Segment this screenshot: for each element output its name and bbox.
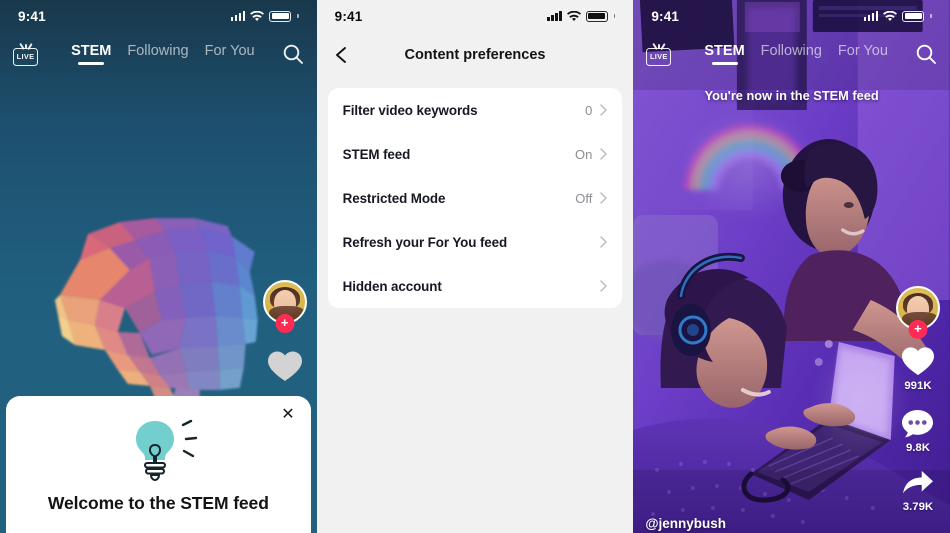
wifi-icon (883, 10, 898, 21)
share-action[interactable]: 3.79K (901, 470, 935, 513)
live-icon[interactable]: LIVE (12, 42, 39, 66)
feed-side-rail: + 991K 9.8K 3.79K (895, 286, 940, 513)
welcome-title: Welcome to the STEM feed (47, 493, 269, 513)
tab-following[interactable]: Following (127, 43, 188, 66)
wifi-icon (566, 10, 581, 21)
status-time: 9:41 (334, 8, 363, 24)
list-item-value: 0 (585, 102, 593, 118)
search-icon[interactable] (914, 42, 938, 66)
follow-button[interactable]: + (275, 314, 295, 333)
three-panel-screenshot: 9:41 LIVE STEM Following For You + ✕ Wel… (0, 0, 950, 533)
battery-nub-icon (297, 14, 299, 18)
settings-row-stem-feed[interactable]: STEM feed On (328, 132, 623, 176)
status-time: 9:41 (651, 8, 680, 24)
heart-icon (901, 347, 934, 376)
tab-following[interactable]: Following (761, 43, 822, 66)
settings-row-restricted-mode[interactable]: Restricted Mode Off (328, 176, 623, 220)
list-item-label: Hidden account (342, 278, 442, 294)
live-label: LIVE (16, 52, 35, 62)
list-item-label: STEM feed (342, 146, 411, 162)
panel-stem-feed-welcome: 9:41 LIVE STEM Following For You + ✕ Wel… (0, 0, 317, 533)
stem-feed-toast: You're now in the STEM feed (704, 88, 879, 103)
settings-row-refresh-for-you-feed[interactable]: Refresh your For You feed (328, 220, 623, 264)
like-count: 991K (904, 380, 932, 392)
comment-icon (902, 409, 934, 438)
lightbulb-icon (113, 415, 203, 487)
share-count: 3.79K (902, 501, 934, 513)
video-username[interactable]: @jennybush (645, 516, 726, 531)
cellular-bars-icon (547, 11, 562, 21)
list-item-value: Off (575, 190, 593, 206)
settings-list: Filter video keywords 0 STEM feed On Res… (327, 88, 623, 308)
chevron-right-icon (600, 192, 608, 204)
avatar[interactable]: + (895, 286, 940, 339)
chevron-right-icon (600, 280, 608, 292)
status-icons (230, 10, 299, 22)
avatar[interactable]: + (262, 280, 307, 333)
panel-content-preferences: 9:41 Content preferences Filter video ke… (316, 0, 634, 533)
chevron-right-icon (600, 148, 608, 160)
comment-count: 9.8K (905, 442, 930, 454)
tab-stem[interactable]: STEM (704, 43, 744, 66)
like-action[interactable]: 991K (901, 346, 935, 392)
battery-nub-icon (930, 14, 932, 18)
battery-icon (585, 10, 608, 22)
feed-tabs: STEM Following For You (678, 43, 914, 66)
search-icon[interactable] (281, 42, 305, 66)
cellular-bars-icon (863, 11, 879, 21)
follow-button[interactable]: + (908, 320, 928, 339)
tab-for-you[interactable]: For You (205, 43, 255, 66)
tab-stem[interactable]: STEM (71, 43, 111, 66)
panel-stem-feed-video: 9:41 LIVE STEM Following For You You're … (633, 0, 950, 533)
chevron-right-icon (600, 236, 608, 248)
welcome-stem-card: ✕ Welcome to the STEM feed (6, 396, 311, 533)
settings-header: Content preferences (317, 32, 634, 78)
list-item-label: Restricted Mode (342, 190, 446, 206)
battery-nub-icon (613, 14, 616, 18)
feed-nav-bar: LIVE STEM Following For You (0, 38, 317, 70)
status-time: 9:41 (18, 8, 46, 24)
status-bar: 9:41 (317, 0, 634, 32)
settings-row-filter-video-keywords[interactable]: Filter video keywords 0 (328, 88, 623, 132)
list-item-label: Refresh your For You feed (342, 234, 508, 250)
settings-row-hidden-account[interactable]: Hidden account (328, 264, 623, 308)
list-item-label: Filter video keywords (342, 102, 478, 118)
heart-icon[interactable] (267, 350, 303, 383)
battery-icon (269, 10, 292, 22)
wifi-icon (250, 10, 265, 21)
status-bar: 9:41 (633, 0, 950, 32)
cellular-bars-icon (230, 11, 246, 21)
feed-side-rail: + (262, 280, 307, 383)
chevron-right-icon (600, 104, 608, 116)
status-icons (547, 10, 616, 22)
share-icon (903, 470, 933, 494)
live-icon[interactable]: LIVE (645, 42, 672, 66)
feed-tabs: STEM Following For You (45, 43, 281, 66)
list-item-value: On (574, 146, 593, 162)
comment-action[interactable]: 9.8K (901, 408, 934, 454)
feed-nav-bar: LIVE STEM Following For You (633, 38, 950, 70)
close-icon[interactable]: ✕ (281, 407, 294, 423)
tab-for-you[interactable]: For You (838, 43, 888, 66)
live-label: LIVE (649, 52, 668, 62)
battery-icon (902, 10, 925, 22)
status-icons (863, 10, 932, 22)
status-bar: 9:41 (0, 0, 317, 32)
page-title: Content preferences (404, 47, 546, 63)
